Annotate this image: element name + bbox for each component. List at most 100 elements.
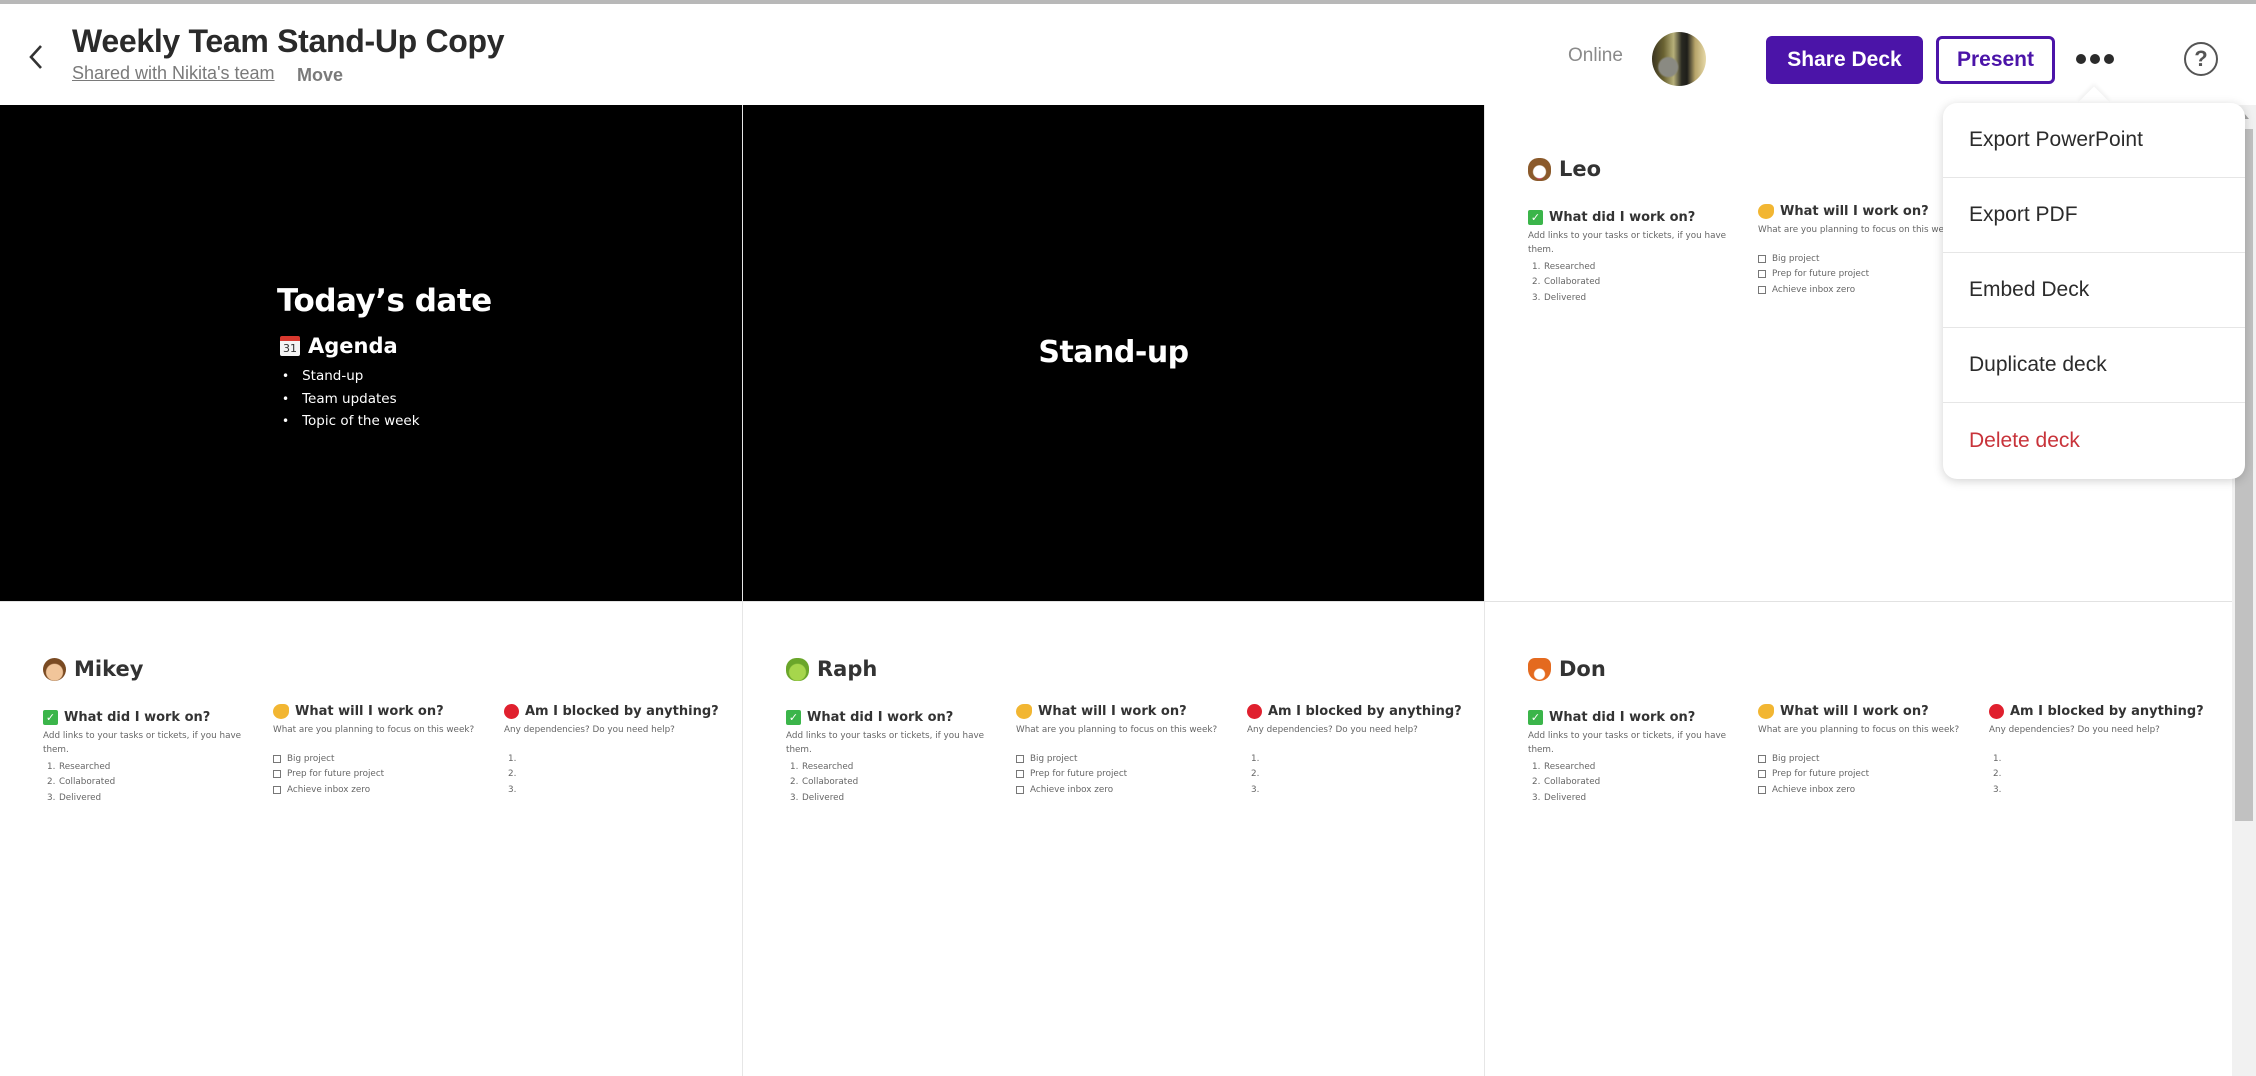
did-subtitle: Add links to your tasks or tickets, if y… <box>1528 731 1727 755</box>
checkbox-icon[interactable] <box>1758 270 1766 279</box>
help-circle-icon: ? <box>2194 46 2208 71</box>
item-number: 1. <box>1993 753 2002 764</box>
item-number: 3. <box>790 792 799 803</box>
checkbox-icon[interactable] <box>1758 254 1766 263</box>
menu-item-embed-deck[interactable]: Embed Deck <box>1943 253 2245 328</box>
share-deck-button[interactable]: Share Deck <box>1766 36 1923 84</box>
menu-item-export-powerpoint[interactable]: Export PowerPoint <box>1943 103 2245 178</box>
item-number: 3. <box>1532 792 1541 803</box>
did-subtitle: Add links to your tasks or tickets, if y… <box>786 731 985 755</box>
will-heading: What will I work on? <box>1758 704 1978 719</box>
item-text: Delivered <box>59 792 102 803</box>
slide-person-raph[interactable]: Raph ✓ What did I work on? Add links to y… <box>743 602 1484 1076</box>
did-column: ✓ What did I work on? Add links to your t… <box>1528 210 1728 306</box>
slide-person-mikey[interactable]: Mikey ✓ What did I work on? Add links to … <box>0 602 742 1076</box>
checkbox-icon[interactable] <box>273 785 281 794</box>
checkbox-icon[interactable] <box>273 754 281 763</box>
will-column: What will I work on? What are you planni… <box>273 704 493 798</box>
item-number: 1. <box>1251 753 1260 764</box>
online-status: Online <box>1568 45 1623 66</box>
flexed-biceps-icon <box>1016 704 1032 719</box>
did-heading: ✓ What did I work on? <box>1528 210 1728 225</box>
help-button[interactable]: ? <box>2184 42 2218 76</box>
will-list: Big project Prep for future project Achiev… <box>273 751 493 798</box>
did-list: 1. Researched 2. Collaborated 3. Delivered <box>786 759 986 806</box>
item-number: 2. <box>1532 777 1541 788</box>
frog-face-icon <box>786 657 809 681</box>
checkbox-icon[interactable] <box>273 770 281 779</box>
item-number: 3. <box>1251 784 1260 795</box>
menu-item-export-pdf[interactable]: Export PDF <box>1943 178 2245 253</box>
menu-item-delete-deck[interactable]: Delete deck <box>1943 403 2245 478</box>
did-title: What did I work on? <box>1549 210 1696 225</box>
did-item: 3. Delivered <box>43 790 243 806</box>
did-list: 1. Researched 2. Collaborated 3. Delivered <box>43 759 243 806</box>
slide-standup[interactable]: Stand-up <box>743 105 1484 601</box>
item-number: 3. <box>508 784 517 795</box>
user-avatar[interactable] <box>1652 32 1706 86</box>
slide-title: Today’s date <box>277 283 492 319</box>
person-name: Raph <box>817 657 878 681</box>
item-number: 1. <box>790 761 799 772</box>
item-text: Big project <box>287 753 335 764</box>
will-title: What will I work on? <box>1780 204 1929 219</box>
person-name: Mikey <box>74 657 144 681</box>
blocked-subtitle: Any dependencies? Do you need help? <box>1989 725 2160 735</box>
menu-item-duplicate-deck[interactable]: Duplicate deck <box>1943 328 2245 403</box>
will-item: Prep for future project <box>1016 767 1236 783</box>
did-item: 1. Researched <box>1528 259 1728 275</box>
more-options-button[interactable] <box>2072 43 2118 75</box>
did-column: ✓ What did I work on? Add links to your t… <box>1528 710 1728 806</box>
did-item: 2. Collaborated <box>1528 775 1728 791</box>
slide-divider <box>1484 105 1485 1076</box>
did-item: 1. Researched <box>1528 759 1728 775</box>
did-item: 2. Collaborated <box>43 775 243 791</box>
slide-grid: Today’s date 31 Agenda Stand-up Team upd… <box>0 105 2232 1076</box>
move-button[interactable]: Move <box>297 65 343 86</box>
checkbox-icon[interactable] <box>1758 754 1766 763</box>
blocked-column: Am I blocked by anything? Any dependenci… <box>1989 704 2209 798</box>
item-text: Researched <box>1544 761 1596 772</box>
red-circle-icon <box>1989 704 2004 719</box>
deck-title[interactable]: Weekly Team Stand-Up Copy <box>72 23 505 60</box>
checkbox-icon[interactable] <box>1758 785 1766 794</box>
checkbox-icon[interactable] <box>1758 285 1766 294</box>
item-text: Researched <box>802 761 854 772</box>
back-button[interactable] <box>20 37 52 77</box>
flexed-biceps-icon <box>273 704 289 719</box>
will-column: What will I work on? What are you planni… <box>1758 704 1978 798</box>
item-number: 3. <box>47 792 56 803</box>
checkbox-icon[interactable] <box>1016 754 1024 763</box>
item-text: Prep for future project <box>1030 769 1128 780</box>
will-list: Big project Prep for future project Achiev… <box>1758 751 1978 798</box>
slide-divider <box>0 601 2232 602</box>
shared-with-link[interactable]: Shared with Nikita's team <box>72 63 275 84</box>
checkbox-icon[interactable] <box>1016 770 1024 779</box>
item-text: Collaborated <box>1544 777 1601 788</box>
item-text: Prep for future project <box>1772 769 1870 780</box>
slide-intro[interactable]: Today’s date 31 Agenda Stand-up Team upd… <box>0 105 742 601</box>
item-text: Delivered <box>1544 792 1587 803</box>
slide-person-don[interactable]: Don ✓ What did I work on? Add links to yo… <box>1485 602 2232 1076</box>
checkbox-icon[interactable] <box>1758 770 1766 779</box>
red-circle-icon <box>1247 704 1262 719</box>
item-number: 1. <box>47 761 56 772</box>
agenda-list: Stand-up Team updates Topic of the week <box>282 365 419 433</box>
checkbox-icon[interactable] <box>1016 785 1024 794</box>
blocked-list: 1. 2. 3. <box>1989 751 2209 798</box>
calendar-icon: 31 <box>280 336 300 356</box>
item-text: Big project <box>1030 753 1078 764</box>
item-number: 2. <box>508 769 517 780</box>
present-button[interactable]: Present <box>1936 36 2055 84</box>
deck-options-menu: Export PowerPoint Export PDF Embed Deck … <box>1943 103 2245 479</box>
item-text: Prep for future project <box>1772 269 1870 280</box>
item-number: 3. <box>1532 292 1541 303</box>
will-item: Big project <box>1758 751 1978 767</box>
item-text: Researched <box>1544 261 1596 272</box>
chevron-left-icon <box>29 45 42 69</box>
blocked-column: Am I blocked by anything? Any dependenci… <box>1247 704 1467 798</box>
more-dot <box>2090 54 2100 64</box>
